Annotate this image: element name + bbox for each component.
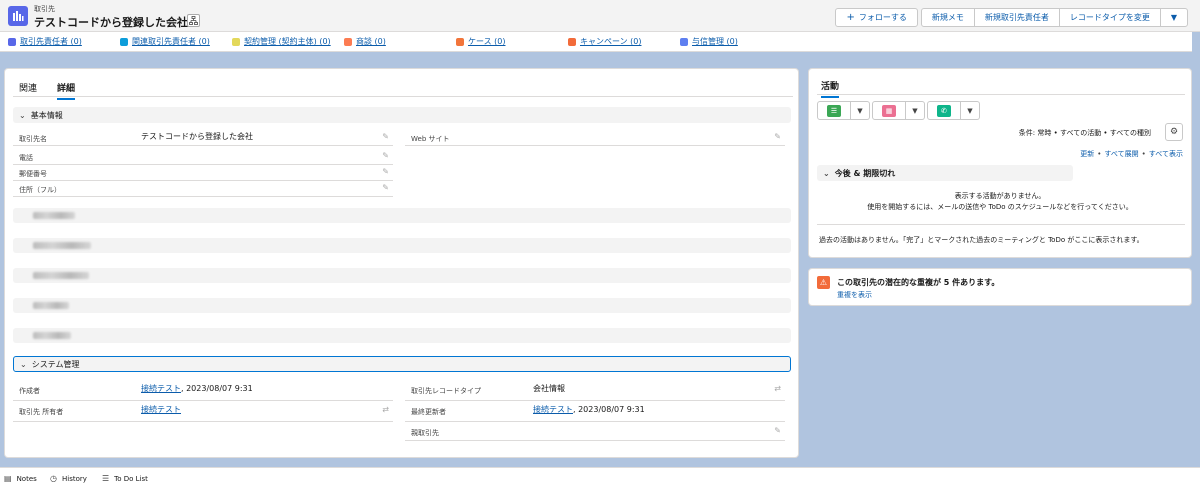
duplicate-alert-card: ⚠ この取引先の潜在的な重複が 5 件あります。 重複を表示 xyxy=(808,268,1192,306)
edit-pencil-icon[interactable]: ✎ xyxy=(382,183,389,192)
detail-panel: 関連 詳細 ⌄ 基本情報 取引先名 テストコードから登録した会社 ✎ 電話 ✎ 郵… xyxy=(4,68,799,458)
tab-related[interactable]: 関連 xyxy=(19,81,37,94)
related-link-contracts[interactable]: 契約管理 (契約主体) (0) xyxy=(232,36,331,47)
divider xyxy=(817,224,1185,225)
field-parent-account: 親取引先 ✎ xyxy=(405,423,785,441)
edit-pencil-icon[interactable]: ✎ xyxy=(382,132,389,141)
collapsed-section-redacted[interactable] xyxy=(13,208,791,223)
related-list-quick-links: 取引先責任者 (0) 関連取引先責任者 (0) 契約管理 (契約主体) (0) … xyxy=(0,32,1192,52)
field-address: 住所（フル） ✎ xyxy=(13,180,393,197)
object-label: 取引先 xyxy=(34,5,55,13)
field-postal-code: 郵便番号 ✎ xyxy=(13,164,393,181)
field-account-name: 取引先名 テストコードから登録した会社 ✎ xyxy=(13,129,393,146)
section-upcoming-overdue[interactable]: ⌄ 今後 & 期限切れ xyxy=(817,165,1073,181)
opportunity-icon xyxy=(344,37,352,46)
chevron-down-icon: ⌄ xyxy=(19,110,26,120)
related-link-related-contacts[interactable]: 関連取引先責任者 (0) xyxy=(120,36,210,47)
chevron-down-icon[interactable]: ▼ xyxy=(851,101,870,120)
activity-links: 更新 • すべて展開 • すべて表示 xyxy=(1080,150,1183,158)
chevron-down-icon[interactable]: ▼ xyxy=(906,101,925,120)
refresh-link[interactable]: 更新 xyxy=(1080,150,1094,158)
activity-filter-text: 条件: 常時 • すべての活動 • すべての種別 xyxy=(1018,129,1151,137)
collapsed-section-redacted[interactable] xyxy=(13,268,791,283)
account-icon xyxy=(8,6,28,26)
duplicate-message: この取引先の潜在的な重複が 5 件あります。 xyxy=(837,278,1000,287)
utility-history[interactable]: ◷ History xyxy=(50,474,87,483)
related-link-opportunities[interactable]: 商談 (0) xyxy=(344,36,386,47)
change-record-type-button[interactable]: レコードタイプを変更 xyxy=(1058,8,1161,27)
section-system-info[interactable]: ⌄ システム管理 xyxy=(13,356,791,372)
modified-by-user-link[interactable]: 接続テスト xyxy=(533,405,573,414)
plus-icon: + xyxy=(846,12,855,23)
contact-icon xyxy=(8,37,16,46)
chevron-down-icon: ⌄ xyxy=(823,168,830,178)
edit-pencil-icon[interactable]: ✎ xyxy=(382,167,389,176)
edit-pencil-icon[interactable]: ✎ xyxy=(774,426,781,435)
view-duplicates-link[interactable]: 重複を表示 xyxy=(837,290,872,300)
no-past-activity-message: 過去の活動はありません。「完了」とマークされた過去のミーティングと ToDo が… xyxy=(819,236,1144,244)
calendar-icon: ▦ xyxy=(882,104,896,117)
change-owner-icon[interactable]: ⇄ xyxy=(382,405,389,414)
field-website: Web サイト ✎ xyxy=(405,129,785,146)
notes-icon: ▤ xyxy=(4,474,12,483)
new-note-button[interactable]: 新規メモ xyxy=(920,8,975,27)
no-activity-message: 表示する活動がありません。 使用を開始するには、メールの送信や ToDo のスケ… xyxy=(867,192,1133,211)
campaign-icon xyxy=(568,37,576,46)
related-link-campaigns[interactable]: キャンペーン (0) xyxy=(568,36,641,47)
tab-activity[interactable]: 活動 xyxy=(817,75,1185,98)
record-tabs: 関連 詳細 xyxy=(13,77,793,100)
collapsed-section-redacted[interactable] xyxy=(13,238,791,253)
more-actions-button[interactable]: ▼ xyxy=(1159,8,1188,27)
edit-pencil-icon[interactable]: ✎ xyxy=(382,151,389,160)
utility-notes[interactable]: ▤ Notes xyxy=(4,474,37,483)
history-icon: ◷ xyxy=(50,474,57,483)
new-task-button[interactable]: ☰ ▼ xyxy=(817,101,870,120)
owner-user-link[interactable]: 接続テスト xyxy=(141,405,181,414)
credit-icon xyxy=(680,37,688,46)
field-record-type: 取引先レコードタイプ 会社情報 ⇄ xyxy=(405,381,785,401)
view-all-link[interactable]: すべて表示 xyxy=(1149,150,1183,158)
chevron-down-icon[interactable]: ▼ xyxy=(961,101,980,120)
new-event-button[interactable]: ▦ ▼ xyxy=(872,101,925,120)
field-owner: 取引先 所有者 接続テスト ⇄ xyxy=(13,402,393,422)
related-contact-icon xyxy=(120,37,128,46)
collapsed-section-redacted[interactable] xyxy=(13,298,791,313)
field-phone: 電話 ✎ xyxy=(13,148,393,165)
related-link-credit[interactable]: 与信管理 (0) xyxy=(680,36,738,47)
activity-panel: 活動 ☰ ▼ ▦ ▼ ✆ ▼ 条件: 常時 • すべての活動 • すべての種別 … xyxy=(808,68,1192,258)
new-contact-button[interactable]: 新規取引先責任者 xyxy=(973,8,1060,27)
page-title: テストコードから登録した会社 xyxy=(34,16,188,29)
edit-pencil-icon[interactable]: ✎ xyxy=(774,132,781,141)
log-call-button[interactable]: ✆ ▼ xyxy=(927,101,980,120)
section-basic-info[interactable]: ⌄ 基本情報 xyxy=(13,107,791,123)
created-by-user-link[interactable]: 接続テスト xyxy=(141,384,181,393)
contract-icon xyxy=(232,37,240,46)
tab-details[interactable]: 詳細 xyxy=(57,81,76,100)
follow-button[interactable]: + フォローする xyxy=(835,8,918,27)
chevron-down-icon: ⌄ xyxy=(20,359,27,369)
expand-all-link[interactable]: すべて展開 xyxy=(1104,150,1138,158)
duplicate-icon: ⚠ xyxy=(817,276,830,289)
utility-bar: ▤ Notes ◷ History ☰ To Do List xyxy=(0,467,1200,489)
gear-icon[interactable]: ⚙ xyxy=(1165,123,1183,141)
field-last-modified-by: 最終更新者 接続テスト, 2023/08/07 9:31 xyxy=(405,402,785,422)
hierarchy-button[interactable] xyxy=(187,14,200,27)
utility-todo-list[interactable]: ☰ To Do List xyxy=(102,474,148,483)
related-link-contacts[interactable]: 取引先責任者 (0) xyxy=(8,36,82,47)
record-header: 取引先 テストコードから登録した会社 + フォローする 新規メモ 新規取引先責任者… xyxy=(0,0,1200,32)
task-icon: ☰ xyxy=(827,104,841,117)
collapsed-section-redacted[interactable] xyxy=(13,328,791,343)
todo-list-icon: ☰ xyxy=(102,474,110,483)
related-link-cases[interactable]: ケース (0) xyxy=(456,36,505,47)
case-icon xyxy=(456,37,464,46)
change-record-type-icon[interactable]: ⇄ xyxy=(774,384,781,393)
chevron-down-icon: ▼ xyxy=(1170,13,1177,22)
phone-icon: ✆ xyxy=(937,104,951,117)
hierarchy-icon xyxy=(189,16,198,25)
field-created-by: 作成者 接続テスト, 2023/08/07 9:31 xyxy=(13,381,393,401)
